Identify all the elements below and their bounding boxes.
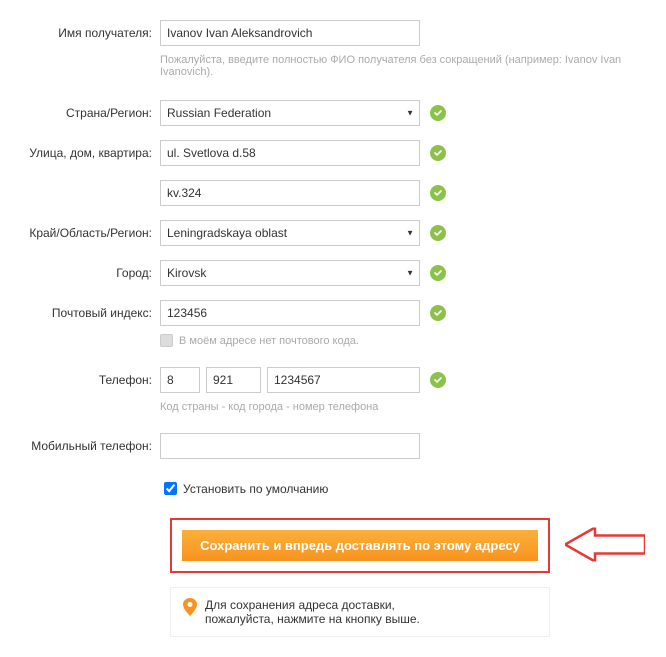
recipient-label: Имя получателя: [15,26,160,40]
phone-number-input[interactable] [267,367,420,393]
phone-city-input[interactable] [206,367,261,393]
phone-hint: Код страны - код города - номер телефона [160,401,378,413]
recipient-input[interactable] [160,20,420,46]
valid-check-icon [430,185,446,201]
valid-check-icon [430,105,446,121]
postal-input[interactable] [160,300,420,326]
save-notice: Для сохранения адреса доставки, пожалуйс… [170,587,550,637]
region-select[interactable]: Leningradskaya oblast [160,220,420,246]
postal-label: Почтовый индекс: [15,306,160,320]
city-select[interactable]: Kirovsk [160,260,420,286]
valid-check-icon [430,225,446,241]
no-postal-checkbox[interactable] [160,334,173,347]
recipient-hint: Пожалуйста, введите полностью ФИО получа… [160,54,630,78]
map-pin-icon [183,598,197,616]
valid-check-icon [430,372,446,388]
notice-line2: пожалуйста, нажмите на кнопку выше. [205,612,420,626]
valid-check-icon [430,305,446,321]
mobile-input[interactable] [160,433,420,459]
street2-input[interactable] [160,180,420,206]
valid-check-icon [430,265,446,281]
street-label: Улица, дом, квартира: [15,146,160,160]
street1-input[interactable] [160,140,420,166]
valid-check-icon [430,145,446,161]
phone-label: Телефон: [15,373,160,387]
region-label: Край/Область/Регион: [15,226,160,240]
phone-country-input[interactable] [160,367,200,393]
default-checkbox[interactable] [164,482,177,495]
default-checkbox-label: Установить по умолчанию [183,482,328,496]
country-select[interactable]: Russian Federation [160,100,420,126]
notice-line1: Для сохранения адреса доставки, [205,598,420,612]
no-postal-label: В моём адресе нет почтового кода. [179,335,359,347]
country-label: Страна/Регион: [15,106,160,120]
mobile-label: Мобильный телефон: [15,439,160,453]
city-label: Город: [15,266,160,280]
